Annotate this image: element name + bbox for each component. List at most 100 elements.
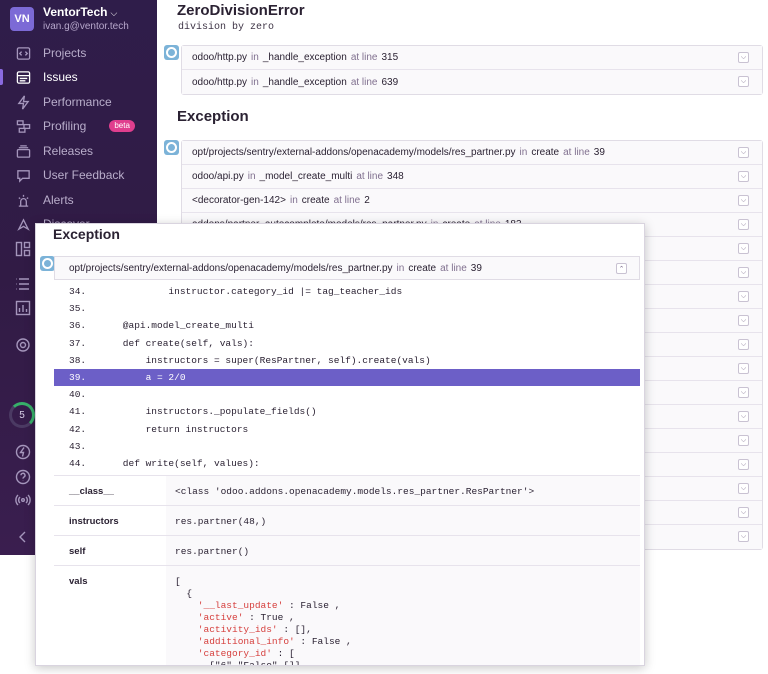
frame-file: odoo/api.py [192, 171, 244, 182]
sidebar-item-alerts[interactable]: Alerts [0, 188, 157, 212]
frame-line: 2 [364, 195, 370, 206]
performance-icon [15, 94, 31, 110]
stats-icon[interactable] [15, 276, 31, 292]
python-platform-icon [164, 140, 179, 155]
broadcast-icon[interactable] [15, 492, 31, 508]
vals-entry: 'active' : True , [175, 612, 640, 624]
chevron-down-icon: ⌵ [110, 8, 118, 18]
collapse-frame-button[interactable]: ⌃ [616, 263, 627, 274]
code-text: instructors._populate_fields() [100, 406, 317, 418]
expand-frame-button[interactable]: ⌵ [738, 76, 749, 87]
variable-name: __class__ [69, 486, 114, 497]
expand-frame-button[interactable]: ⌵ [738, 243, 749, 254]
code-text: instructors = super(ResPartner, self).cr… [100, 354, 431, 366]
expand-frame-button[interactable]: ⌵ [738, 52, 749, 63]
frame-line: 348 [387, 171, 404, 182]
frame-file: opt/projects/sentry/external-addons/open… [192, 147, 516, 158]
onboarding-progress[interactable]: 5 [9, 402, 35, 428]
frame-at: at line [350, 52, 378, 63]
code-line: 36. @api.model_create_multi [54, 317, 640, 334]
code-line: 35. [54, 300, 640, 317]
frame-in: in [251, 52, 259, 63]
sidebar-item-label: Projects [43, 46, 87, 60]
line-number: 43. [69, 440, 87, 452]
line-number: 41. [69, 406, 87, 418]
frame-line: 639 [381, 76, 399, 88]
org-switcher[interactable]: VN VentorTech ⌵ ivan.g@ventor.tech [10, 4, 129, 34]
stack-frame[interactable]: opt/projects/sentry/external-addons/open… [182, 141, 762, 165]
line-number: 38. [69, 354, 87, 366]
alerts-icon [15, 192, 31, 208]
variable-row: instructors res.partner(48,) [54, 506, 640, 536]
frame-in: in [289, 195, 298, 206]
whats-new-icon[interactable] [15, 444, 31, 460]
code-text: @api.model_create_multi [100, 320, 254, 332]
variable-value: <class 'odoo.addons.openacademy.models.r… [166, 476, 640, 505]
active-indicator [0, 69, 3, 85]
help-icon[interactable] [15, 469, 31, 485]
code-line: 41. instructors._populate_fields() [54, 403, 640, 420]
python-platform-icon [40, 256, 55, 271]
sidebar-item-profiling[interactable]: Profiling beta [0, 114, 157, 138]
frame-line: 315 [381, 52, 399, 63]
org-avatar: VN [10, 7, 34, 31]
expand-frame-button[interactable]: ⌵ [738, 315, 749, 326]
projects-icon [15, 45, 31, 61]
sidebar-item-releases[interactable]: Releases [0, 139, 157, 163]
stack-frame[interactable]: odoo/api.py in _model_create_multi at line 3… [182, 165, 762, 189]
variable-name: self [69, 546, 86, 557]
expand-frame-button[interactable]: ⌵ [738, 195, 749, 206]
expand-frame-button[interactable]: ⌵ [738, 411, 749, 422]
expand-frame-button[interactable]: ⌵ [738, 387, 749, 398]
code-text: def create(self, vals): [100, 337, 254, 349]
expand-frame-button[interactable]: ⌵ [738, 171, 749, 182]
expand-frame-button[interactable]: ⌵ [738, 147, 749, 158]
frame-file: odoo/http.py [192, 76, 248, 88]
expand-frame-button[interactable]: ⌵ [738, 531, 749, 542]
code-text: instructor.category_id |= tag_teacher_id… [100, 286, 403, 298]
sidebar-item-performance[interactable]: Performance [0, 90, 157, 114]
stack-frame[interactable]: <decorator-gen-142> in create at line 2 ⌵ [182, 189, 762, 213]
expand-frame-button[interactable]: ⌵ [738, 435, 749, 446]
dashboards-icon[interactable] [15, 241, 31, 257]
line-number: 37. [69, 337, 87, 349]
variable-row: vals [ { '__last_update' : False , 'acti… [54, 566, 640, 665]
expand-frame-button[interactable]: ⌵ [738, 507, 749, 518]
line-number: 35. [69, 303, 87, 315]
code-context: 34. instructor.category_id |= tag_teache… [54, 283, 640, 472]
frame-function: create [531, 147, 560, 158]
overlay-title: Exception [53, 226, 120, 242]
stack-frame[interactable]: odoo/http.py in _handle_exception at line 63… [182, 70, 762, 94]
expand-frame-button[interactable]: ⌵ [738, 459, 749, 470]
expand-frame-button[interactable]: ⌵ [738, 339, 749, 350]
expand-frame-button[interactable]: ⌵ [738, 363, 749, 374]
sidebar-item-issues[interactable]: Issues [0, 65, 157, 89]
local-variables: __class__ <class 'odoo.addons.openacadem… [54, 475, 640, 665]
sidebar-item-label: Releases [43, 144, 94, 158]
variable-value: res.partner(48,) [166, 506, 640, 535]
issues-icon [15, 69, 31, 85]
stack-frame[interactable]: odoo/http.py in _handle_exception at line 31… [182, 46, 762, 70]
expand-frame-button[interactable]: ⌵ [738, 291, 749, 302]
collapse-sidebar-icon[interactable] [15, 529, 31, 545]
python-platform-icon [164, 45, 179, 60]
expanded-stack-frame[interactable]: opt/projects/sentry/external-addons/open… [54, 256, 640, 280]
line-number: 40. [69, 389, 87, 401]
expand-frame-button[interactable]: ⌵ [738, 483, 749, 494]
sidebar-item-projects[interactable]: Projects [0, 41, 157, 65]
settings-icon[interactable] [15, 337, 31, 353]
expand-frame-button[interactable]: ⌵ [738, 219, 749, 230]
sidebar-item-user-feedback[interactable]: User Feedback [0, 163, 157, 187]
code-line: 37. def create(self, vals): [54, 335, 640, 352]
sidebar-item-label: Issues [43, 70, 78, 84]
variable-row: __class__ <class 'odoo.addons.openacadem… [54, 476, 640, 506]
expand-frame-button[interactable]: ⌵ [738, 267, 749, 278]
vals-entry: 'activity_ids' : [], [175, 624, 640, 636]
vals-key: 'additional_info' [175, 636, 295, 647]
line-number: 34. [69, 286, 87, 298]
releases-icon [15, 143, 31, 159]
chart-icon[interactable] [15, 300, 31, 316]
frame-file: <decorator-gen-142> [192, 195, 286, 206]
code-text: def write(self, values): [100, 457, 260, 469]
discover-icon [15, 216, 31, 232]
